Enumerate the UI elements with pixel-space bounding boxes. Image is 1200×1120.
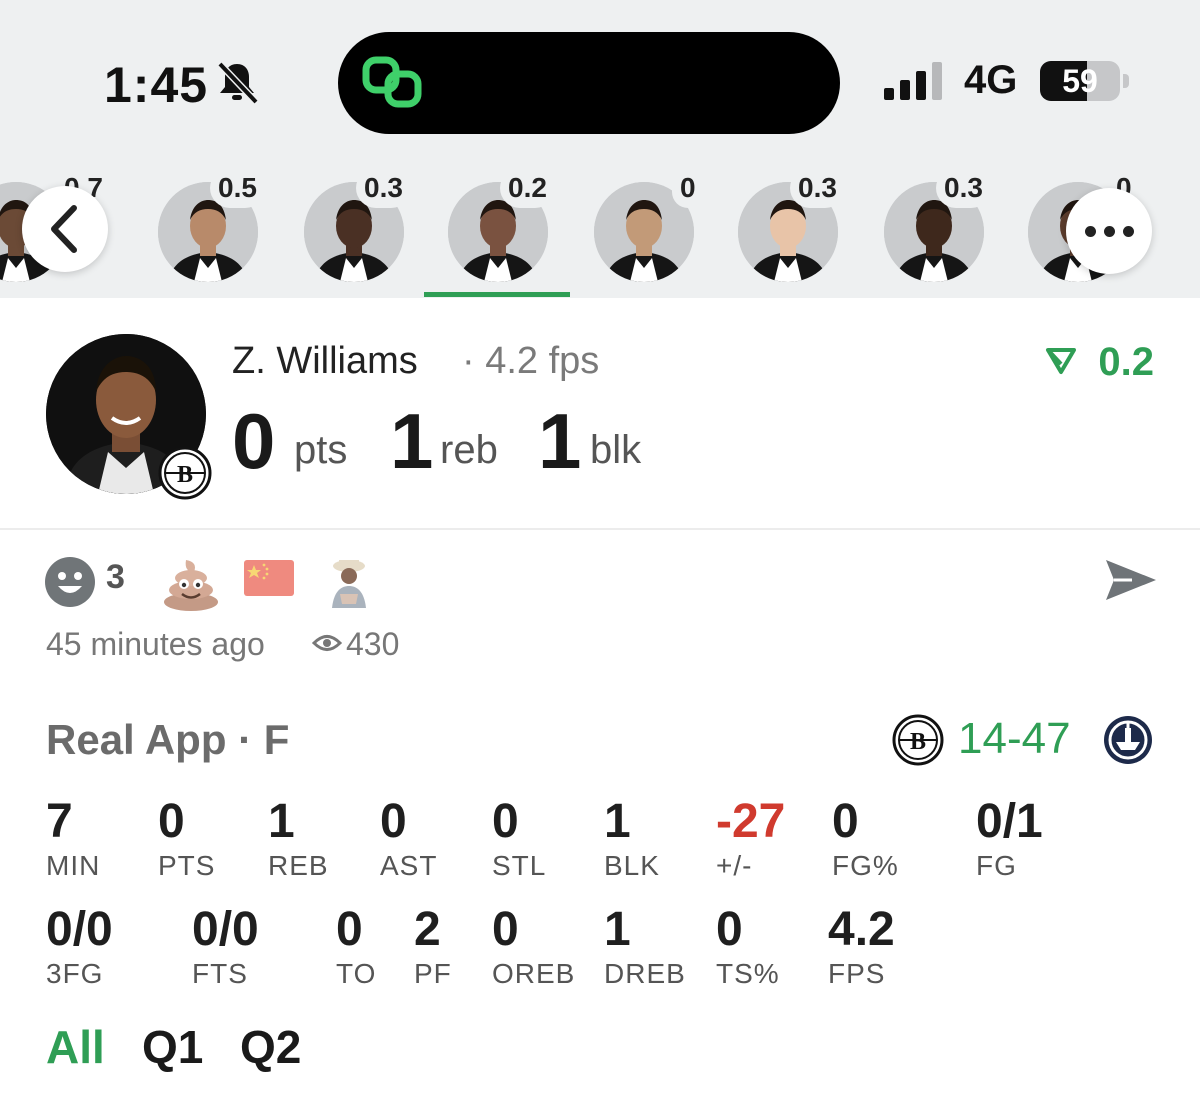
send-icon[interactable] (1102, 556, 1158, 604)
network-type: 4G (964, 58, 1018, 102)
opponent-logo-icon (1104, 716, 1152, 764)
carousel-player-score: 0.3 (790, 168, 845, 208)
stat-value: 0 (832, 795, 859, 848)
smiley-count: 3 (106, 558, 125, 596)
player-header: B Z. Williams · 4.2 fps 0 pts 1 reb 1 bl… (0, 298, 1200, 530)
stat-label: REB (268, 850, 329, 881)
app-link-icon (362, 56, 422, 108)
nets-logo-badge: B (158, 446, 212, 500)
stat-value: 0 (492, 795, 519, 848)
player-name: Z. Williams (232, 340, 418, 382)
stat-label: PTS (158, 850, 216, 881)
fps-delta: 0.2 (1098, 340, 1154, 384)
stat-label: PF (414, 958, 452, 989)
back-button[interactable] (22, 186, 108, 272)
pts-unit: pts (294, 428, 348, 472)
player-fps: · 4.2 fps (462, 340, 600, 382)
stat-label: +/- (716, 850, 753, 881)
carousel-player-score: 0.3 (936, 168, 991, 208)
view-count: 430 (346, 626, 400, 662)
stat-value: 0/0 (46, 903, 113, 956)
stat-value: 0 (336, 903, 363, 956)
stat-label: BLK (604, 850, 660, 881)
stat-value: 1 (604, 795, 631, 848)
battery-percent: 59 (1062, 63, 1098, 99)
smiley-reaction-icon[interactable] (44, 556, 96, 608)
carousel-player-score: 0.5 (210, 168, 265, 208)
stat-value: 4.2 (828, 903, 895, 956)
stat-label: DREB (604, 958, 686, 989)
carousel-player-score: 0 (672, 168, 704, 208)
game-score: 14-47 (958, 714, 1071, 763)
tab-q1[interactable]: Q1 (142, 1020, 203, 1074)
stat-label: FTS (192, 958, 248, 989)
stat-value: 0/1 (976, 795, 1043, 848)
game-title: Real App · F (46, 716, 290, 763)
reb-value: 1 (390, 397, 434, 485)
trend-arrow-icon (1046, 348, 1076, 374)
reb-unit: reb (440, 428, 498, 472)
post-time: 45 minutes ago (46, 626, 265, 662)
stat-value: 1 (604, 903, 631, 956)
stat-label: FPS (828, 958, 886, 989)
person-sticker-icon[interactable] (322, 554, 376, 608)
nets-logo-icon: B (892, 714, 944, 766)
tab-q2[interactable]: Q2 (240, 1020, 301, 1074)
stat-value: 0 (492, 903, 519, 956)
stat-label: OREB (492, 958, 576, 989)
chevron-left-icon (51, 205, 77, 253)
stat-label: TS% (716, 958, 780, 989)
stat-value: 0 (716, 903, 743, 956)
poop-emoji-icon[interactable] (162, 554, 220, 612)
selected-player-indicator (424, 292, 570, 297)
carousel-player-score: 0.2 (500, 168, 555, 208)
top-area: 1:45 4G 59 0.7 0.5 0.3 0.2 0 0.3 0.3 0 (0, 0, 1200, 298)
stat-value: -27 (716, 795, 786, 848)
stat-label: MIN (46, 850, 101, 881)
status-time: 1:45 (104, 57, 209, 113)
tab-all[interactable]: All (46, 1020, 105, 1074)
stat-value: 0 (380, 795, 407, 848)
stat-label: FG (976, 850, 1017, 881)
blk-unit: blk (590, 428, 642, 472)
carousel-player-score: 0.3 (356, 168, 411, 208)
stat-value: 7 (46, 795, 73, 848)
more-button[interactable] (1066, 188, 1152, 274)
stat-label: STL (492, 850, 547, 881)
signal-strength-icon (884, 62, 942, 100)
battery-icon: 59 (1040, 61, 1130, 101)
pts-value: 0 (232, 397, 276, 485)
stat-value: 2 (414, 903, 441, 956)
player-carousel[interactable]: 0.7 0.5 0.3 0.2 0 0.3 0.3 0 (0, 168, 1200, 298)
svg-text:B: B (910, 729, 926, 755)
stat-value: 0/0 (192, 903, 259, 956)
bell-muted-icon (217, 61, 259, 104)
eye-icon (312, 635, 342, 651)
china-flag-icon[interactable] (244, 560, 294, 596)
svg-text:B: B (177, 462, 193, 488)
stat-label: FG% (832, 850, 899, 881)
stat-label: TO (336, 958, 377, 989)
reactions-bar: 3 45 minutes ago 430 (0, 532, 1200, 682)
stat-value: 1 (268, 795, 295, 848)
stat-value: 0 (158, 795, 185, 848)
blk-value: 1 (538, 397, 582, 485)
stat-label: 3FG (46, 958, 104, 989)
stat-label: AST (380, 850, 438, 881)
ellipsis-icon (1066, 188, 1152, 274)
